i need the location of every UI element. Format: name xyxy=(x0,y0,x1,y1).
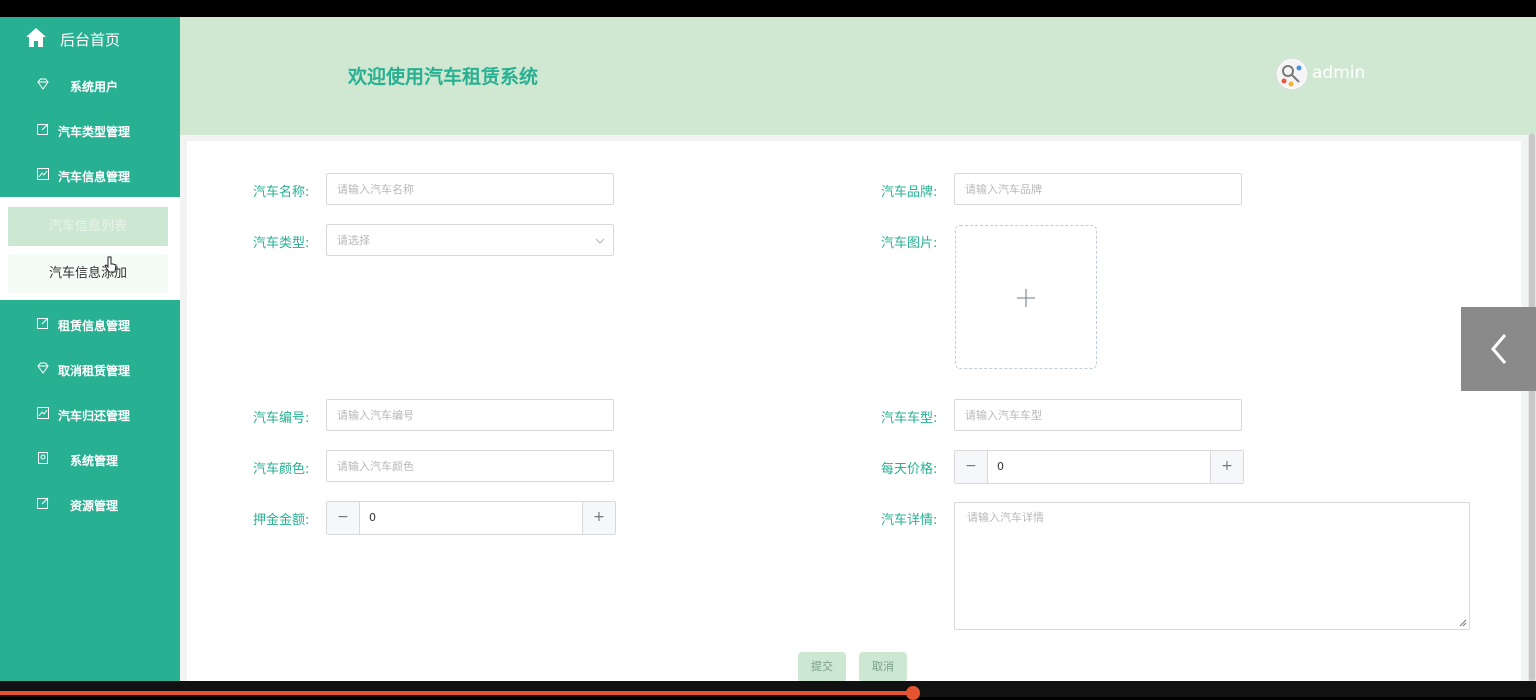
car-no-input[interactable] xyxy=(327,400,613,430)
color-input[interactable] xyxy=(327,451,613,481)
sidebar-item-car-return[interactable]: 汽车归还管理 xyxy=(0,392,180,437)
cancel-button[interactable]: 取消 xyxy=(859,652,907,681)
sidebar-item-label: 系统用户 xyxy=(70,80,119,94)
brand-label: 汽车品牌: xyxy=(881,185,938,200)
car-no-field[interactable] xyxy=(326,399,614,431)
car-type-label: 汽车类型: xyxy=(253,236,310,251)
sidebar-item-car-type[interactable]: 汽车类型管理 xyxy=(0,108,180,153)
bookmark-icon xyxy=(38,452,48,464)
car-name-label: 汽车名称: xyxy=(253,185,310,200)
car-form: 汽车名称: 汽车品牌: 汽车类型: 汽车图片: 汽车编号: 汽车车型: 汽车颜色… xyxy=(187,141,1521,681)
deposit-label: 押金金额: xyxy=(253,513,310,528)
diamond-icon xyxy=(37,78,49,90)
daily-price-label: 每天价格: xyxy=(881,462,938,477)
model-field[interactable] xyxy=(954,399,1242,431)
image-label: 汽车图片: xyxy=(881,236,938,251)
mouse-pointer-icon xyxy=(104,256,117,273)
sidebar-item-label: 取消租赁管理 xyxy=(58,364,131,378)
submit-button[interactable]: 提交 xyxy=(798,652,846,681)
home-icon xyxy=(26,28,46,47)
car-info-submenu: 汽车信息列表 汽车信息添加 xyxy=(0,197,180,300)
chevron-left-icon xyxy=(1491,334,1507,364)
color-label: 汽车颜色: xyxy=(253,462,310,477)
sidebar-item-system-users[interactable]: 系统用户 xyxy=(0,63,180,108)
model-label: 汽车车型: xyxy=(881,411,938,426)
scrollbar-thumb[interactable] xyxy=(1529,133,1535,681)
diamond-icon xyxy=(37,362,49,374)
username[interactable]: admin xyxy=(1312,63,1365,83)
edit-icon xyxy=(37,317,49,329)
sidebar-item-resource-management[interactable]: 资源管理 xyxy=(0,482,180,527)
details-placeholder: 请输入汽车详情 xyxy=(967,511,1044,524)
header: 欢迎使用汽车租赁系统 admin xyxy=(180,17,1536,135)
color-field[interactable] xyxy=(326,450,614,482)
deposit-stepper: − 0 + xyxy=(326,501,616,535)
sidebar-home-label: 后台首页 xyxy=(60,31,121,49)
car-type-select[interactable] xyxy=(326,224,614,256)
deposit-value[interactable]: 0 xyxy=(369,511,376,524)
model-input[interactable] xyxy=(955,400,1241,430)
chart-icon xyxy=(37,168,49,180)
edit-icon xyxy=(37,123,49,135)
brand-field[interactable] xyxy=(954,173,1242,205)
daily-price-decrement-button[interactable]: − xyxy=(955,451,988,483)
sidebar-item-rental-info[interactable]: 租赁信息管理 xyxy=(0,302,180,347)
sidebar-home[interactable]: 后台首页 xyxy=(0,17,180,61)
sidebar-item-label: 汽车归还管理 xyxy=(58,409,131,423)
plus-icon xyxy=(1017,289,1035,307)
car-name-input[interactable] xyxy=(327,174,613,204)
submenu-car-info-add[interactable]: 汽车信息添加 xyxy=(8,254,168,293)
collapse-panel-button[interactable] xyxy=(1461,307,1536,391)
page-title: 欢迎使用汽车租赁系统 xyxy=(348,66,539,88)
car-no-label: 汽车编号: xyxy=(253,411,310,426)
edit-icon xyxy=(37,497,49,509)
resize-grip-icon[interactable] xyxy=(1459,619,1467,627)
sidebar-item-label: 汽车信息管理 xyxy=(58,170,131,184)
submenu-car-info-list[interactable]: 汽车信息列表 xyxy=(8,207,168,246)
sidebar-item-label: 系统管理 xyxy=(70,454,119,468)
sidebar-item-cancel-rental[interactable]: 取消租赁管理 xyxy=(0,347,180,392)
daily-price-increment-button[interactable]: + xyxy=(1210,451,1243,483)
sidebar-item-label: 租赁信息管理 xyxy=(58,319,131,333)
car-type-input[interactable] xyxy=(327,225,613,255)
details-textarea[interactable]: 请输入汽车详情 xyxy=(954,502,1470,630)
deposit-decrement-button[interactable]: − xyxy=(327,502,360,534)
details-label: 汽车详情: xyxy=(881,513,938,528)
deposit-increment-button[interactable]: + xyxy=(582,502,615,534)
avatar-icon xyxy=(1278,60,1306,88)
chevron-down-icon xyxy=(595,238,605,244)
window-top-strip xyxy=(0,0,1536,17)
car-name-field[interactable] xyxy=(326,173,614,205)
chart-icon xyxy=(37,407,49,419)
app-window: 后台首页 系统用户 汽车类型管理 汽车信息管理 汽车信息列表 汽车信息添加 租赁… xyxy=(0,17,1536,681)
avatar[interactable] xyxy=(1276,58,1308,90)
brand-input[interactable] xyxy=(955,174,1241,204)
sidebar-item-label: 汽车类型管理 xyxy=(58,125,131,139)
sidebar: 后台首页 系统用户 汽车类型管理 汽车信息管理 汽车信息列表 汽车信息添加 租赁… xyxy=(0,17,180,681)
video-progress-knob[interactable] xyxy=(906,686,920,700)
image-upload[interactable] xyxy=(955,225,1097,369)
sidebar-item-system-management[interactable]: 系统管理 xyxy=(0,437,180,482)
sidebar-item-label: 资源管理 xyxy=(70,499,119,513)
scrollbar[interactable] xyxy=(1528,133,1536,681)
sidebar-item-car-info[interactable]: 汽车信息管理 xyxy=(0,153,180,198)
daily-price-value[interactable]: 0 xyxy=(997,460,1004,473)
daily-price-stepper: − 0 + xyxy=(954,450,1244,484)
video-progress-bar[interactable] xyxy=(0,691,913,695)
